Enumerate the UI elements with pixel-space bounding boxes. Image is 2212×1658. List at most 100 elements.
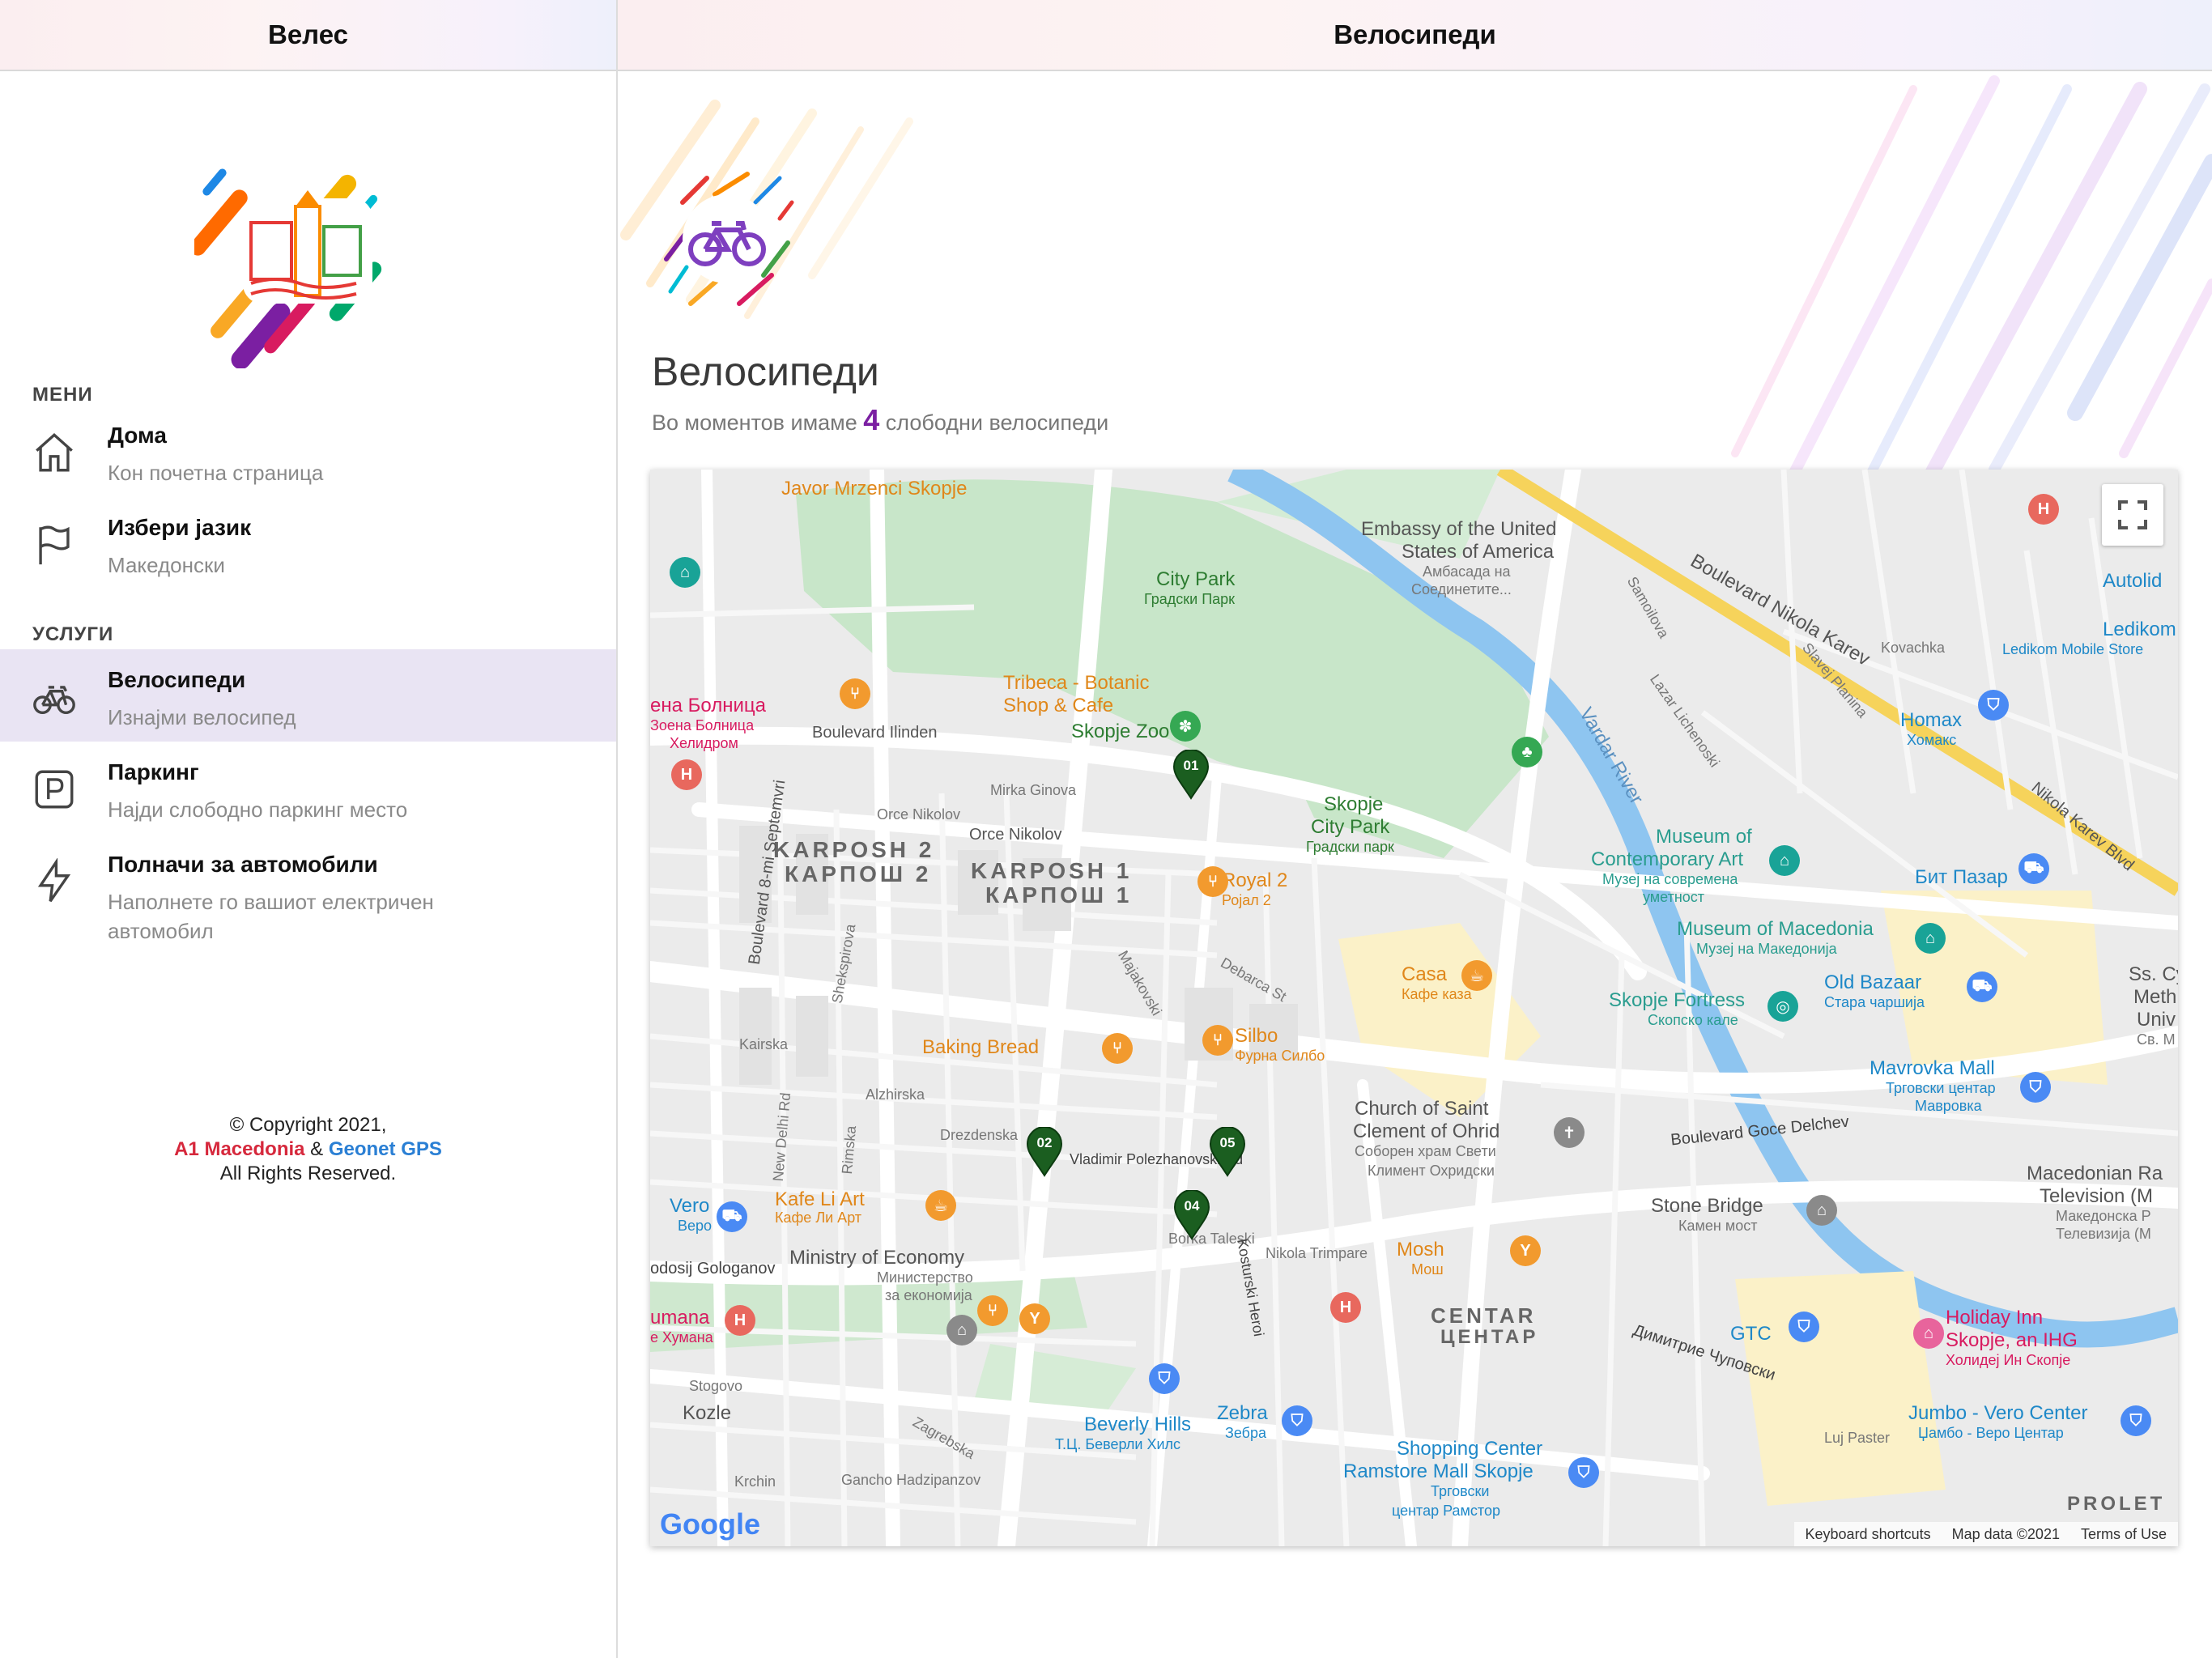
shopping-cart-icon[interactable]: ⛟ bbox=[717, 1201, 747, 1232]
map-label: Stone Bridge bbox=[1651, 1195, 1763, 1217]
copyright-amp: & bbox=[304, 1138, 329, 1160]
museum-icon[interactable]: ⌂ bbox=[1915, 923, 1946, 954]
map-label: Krchin bbox=[734, 1473, 776, 1490]
shopping-cart-icon[interactable]: ⛟ bbox=[2018, 853, 2049, 884]
sidebar-item-bicycles[interactable]: Велосипеди Изнајми велосипед bbox=[0, 649, 616, 742]
map-label: Св. М bbox=[2137, 1031, 2176, 1048]
services-section-label: УСЛУГИ bbox=[32, 623, 114, 645]
map-label: Church of Saint bbox=[1355, 1098, 1489, 1120]
map-label: Casa bbox=[1402, 963, 1448, 985]
map-label: Skopje, an IHG bbox=[1946, 1329, 2078, 1351]
map-label: е Хумана bbox=[650, 1329, 713, 1346]
map-label: Ministry of Economy bbox=[789, 1247, 965, 1269]
restaurant-icon[interactable]: ⑂ bbox=[977, 1295, 1008, 1326]
hospital-icon[interactable]: H bbox=[2028, 494, 2059, 525]
shopping-icon[interactable]: ⛉ bbox=[1282, 1405, 1312, 1436]
government-icon[interactable]: ⌂ bbox=[946, 1315, 977, 1346]
map-label: Камен мост bbox=[1678, 1218, 1758, 1234]
sidebar-item-parking[interactable]: Паркинг Најди слободно паркинг место bbox=[0, 742, 616, 834]
map-label: Kairska bbox=[739, 1036, 789, 1052]
map-label: Tribeca - Botanic bbox=[1003, 672, 1150, 694]
keyboard-shortcuts-link[interactable]: Keyboard shortcuts bbox=[1806, 1526, 1931, 1543]
bicycle-map[interactable]: Javor Mrzenci Skopje Embassy of the Unit… bbox=[650, 470, 2178, 1546]
available-count: 4 bbox=[863, 403, 880, 436]
home-icon bbox=[36, 432, 73, 472]
copyright-line: All Rights Reserved. bbox=[219, 1163, 397, 1184]
museum-icon[interactable]: ⌂ bbox=[670, 557, 700, 588]
bike-station-marker[interactable]: 04 bbox=[1173, 1189, 1210, 1240]
map-label: Џамбо - Веро Центар bbox=[1918, 1425, 2064, 1441]
bike-station-marker[interactable]: 05 bbox=[1209, 1126, 1246, 1177]
map-label: Стара чаршија bbox=[1824, 994, 1925, 1010]
map-label: Министерство bbox=[877, 1269, 973, 1286]
shopping-icon[interactable]: ⛉ bbox=[1149, 1363, 1180, 1394]
map-label: Kozle bbox=[683, 1402, 732, 1424]
shopping-icon[interactable]: ⛉ bbox=[1789, 1312, 1819, 1342]
shopping-cart-icon[interactable]: ⛟ bbox=[1967, 971, 1997, 1002]
bike-station-marker[interactable]: 01 bbox=[1172, 749, 1210, 800]
map-label: Homax bbox=[1900, 709, 1963, 731]
shopping-icon[interactable]: ⛉ bbox=[1568, 1457, 1599, 1488]
hospital-icon[interactable]: H bbox=[725, 1305, 755, 1336]
museum-icon[interactable]: ⌂ bbox=[1769, 845, 1800, 876]
a1-link[interactable]: A1 Macedonia bbox=[174, 1138, 304, 1160]
map-footer: Keyboard shortcuts Map data ©2021 Terms … bbox=[1793, 1522, 2178, 1546]
restaurant-icon[interactable]: ⑂ bbox=[1102, 1033, 1133, 1064]
district-label: PROLET bbox=[2067, 1493, 2166, 1515]
bar-icon[interactable]: Y bbox=[1019, 1303, 1050, 1334]
hospital-icon[interactable]: H bbox=[671, 759, 702, 790]
district-label: КАРПОШ 2 bbox=[785, 861, 932, 886]
restaurant-icon[interactable]: ⑂ bbox=[1197, 866, 1228, 897]
sidebar-item-home[interactable]: Дома Кон почетна страница bbox=[0, 405, 616, 497]
map-label: Drezdenska bbox=[940, 1127, 1019, 1143]
restaurant-icon[interactable]: ⑂ bbox=[840, 678, 870, 709]
map-label: Кафе каза bbox=[1402, 986, 1472, 1002]
map-label: Embassy of the United bbox=[1361, 518, 1557, 540]
map-label: Градски парк bbox=[1306, 839, 1394, 855]
sidebar-item-language[interactable]: Избери јазик Македонски bbox=[0, 497, 616, 589]
church-icon[interactable]: ✝ bbox=[1554, 1117, 1585, 1148]
map-label: Холидеј Ин Скопје bbox=[1946, 1352, 2071, 1368]
geonet-link[interactable]: Geonet GPS bbox=[329, 1138, 442, 1160]
hospital-icon[interactable]: H bbox=[1330, 1292, 1361, 1323]
sidebar-item-title: Паркинг bbox=[108, 759, 199, 784]
map-label: Телевизија (М bbox=[2056, 1226, 2151, 1242]
bike-station-marker[interactable]: 02 bbox=[1026, 1126, 1063, 1177]
hotel-icon[interactable]: ⌂ bbox=[1913, 1318, 1944, 1349]
park-icon[interactable]: ♣ bbox=[1512, 737, 1542, 767]
map-label: Хелидром bbox=[670, 735, 738, 751]
district-label: KARPOSH 1 bbox=[971, 858, 1133, 883]
camera-icon[interactable]: ◎ bbox=[1767, 991, 1798, 1022]
bar-icon[interactable]: Y bbox=[1510, 1235, 1541, 1266]
fullscreen-button[interactable] bbox=[2102, 484, 2163, 546]
cafe-icon[interactable]: ☕ bbox=[925, 1190, 956, 1221]
sidebar-item-subtitle: Кон почетна страница bbox=[108, 461, 324, 485]
shopping-icon[interactable]: ⛉ bbox=[1978, 690, 2009, 721]
map-label: Orce Nikolov bbox=[969, 826, 1062, 844]
map-label: umana bbox=[650, 1307, 710, 1329]
flag-icon bbox=[39, 525, 70, 565]
map-label: Т.Ц. Беверли Хилс bbox=[1055, 1436, 1181, 1452]
sidebar-item-subtitle: Изнајми велосипед bbox=[108, 705, 296, 729]
map-label: Alzhirska bbox=[866, 1086, 925, 1103]
map-label: Mirka Ginova bbox=[990, 782, 1077, 798]
google-logo[interactable]: Google bbox=[660, 1507, 760, 1541]
map-label: Kafe Li Art bbox=[775, 1188, 865, 1210]
landmark-icon[interactable]: ⌂ bbox=[1806, 1195, 1837, 1226]
map-label: Ledikom Mobile Store bbox=[2002, 641, 2144, 657]
map-label: Gancho Hadzipanzov bbox=[841, 1472, 981, 1488]
shopping-icon[interactable]: ⛉ bbox=[2121, 1405, 2151, 1436]
cafe-icon[interactable]: ☕ bbox=[1461, 960, 1492, 991]
map-label: Скопско кале bbox=[1648, 1012, 1738, 1028]
sidebar-item-chargers[interactable]: Полначи за автомобили Наполнете го вашио… bbox=[0, 834, 616, 947]
terms-of-use-link[interactable]: Terms of Use bbox=[2081, 1526, 2167, 1543]
map-label: Javor Mrzenci Skopje bbox=[781, 478, 968, 500]
zoo-icon[interactable]: ✽ bbox=[1170, 711, 1201, 742]
map-label: Contemporary Art bbox=[1591, 848, 1744, 870]
map-label: Luj Paster bbox=[1824, 1430, 1891, 1446]
shopping-icon[interactable]: ⛉ bbox=[2020, 1072, 2051, 1103]
map-label: Веро bbox=[678, 1218, 713, 1234]
map-label: Зебра bbox=[1225, 1425, 1267, 1441]
restaurant-icon[interactable]: ⑂ bbox=[1202, 1025, 1233, 1056]
map-label: Orce Nikolov bbox=[877, 806, 961, 823]
